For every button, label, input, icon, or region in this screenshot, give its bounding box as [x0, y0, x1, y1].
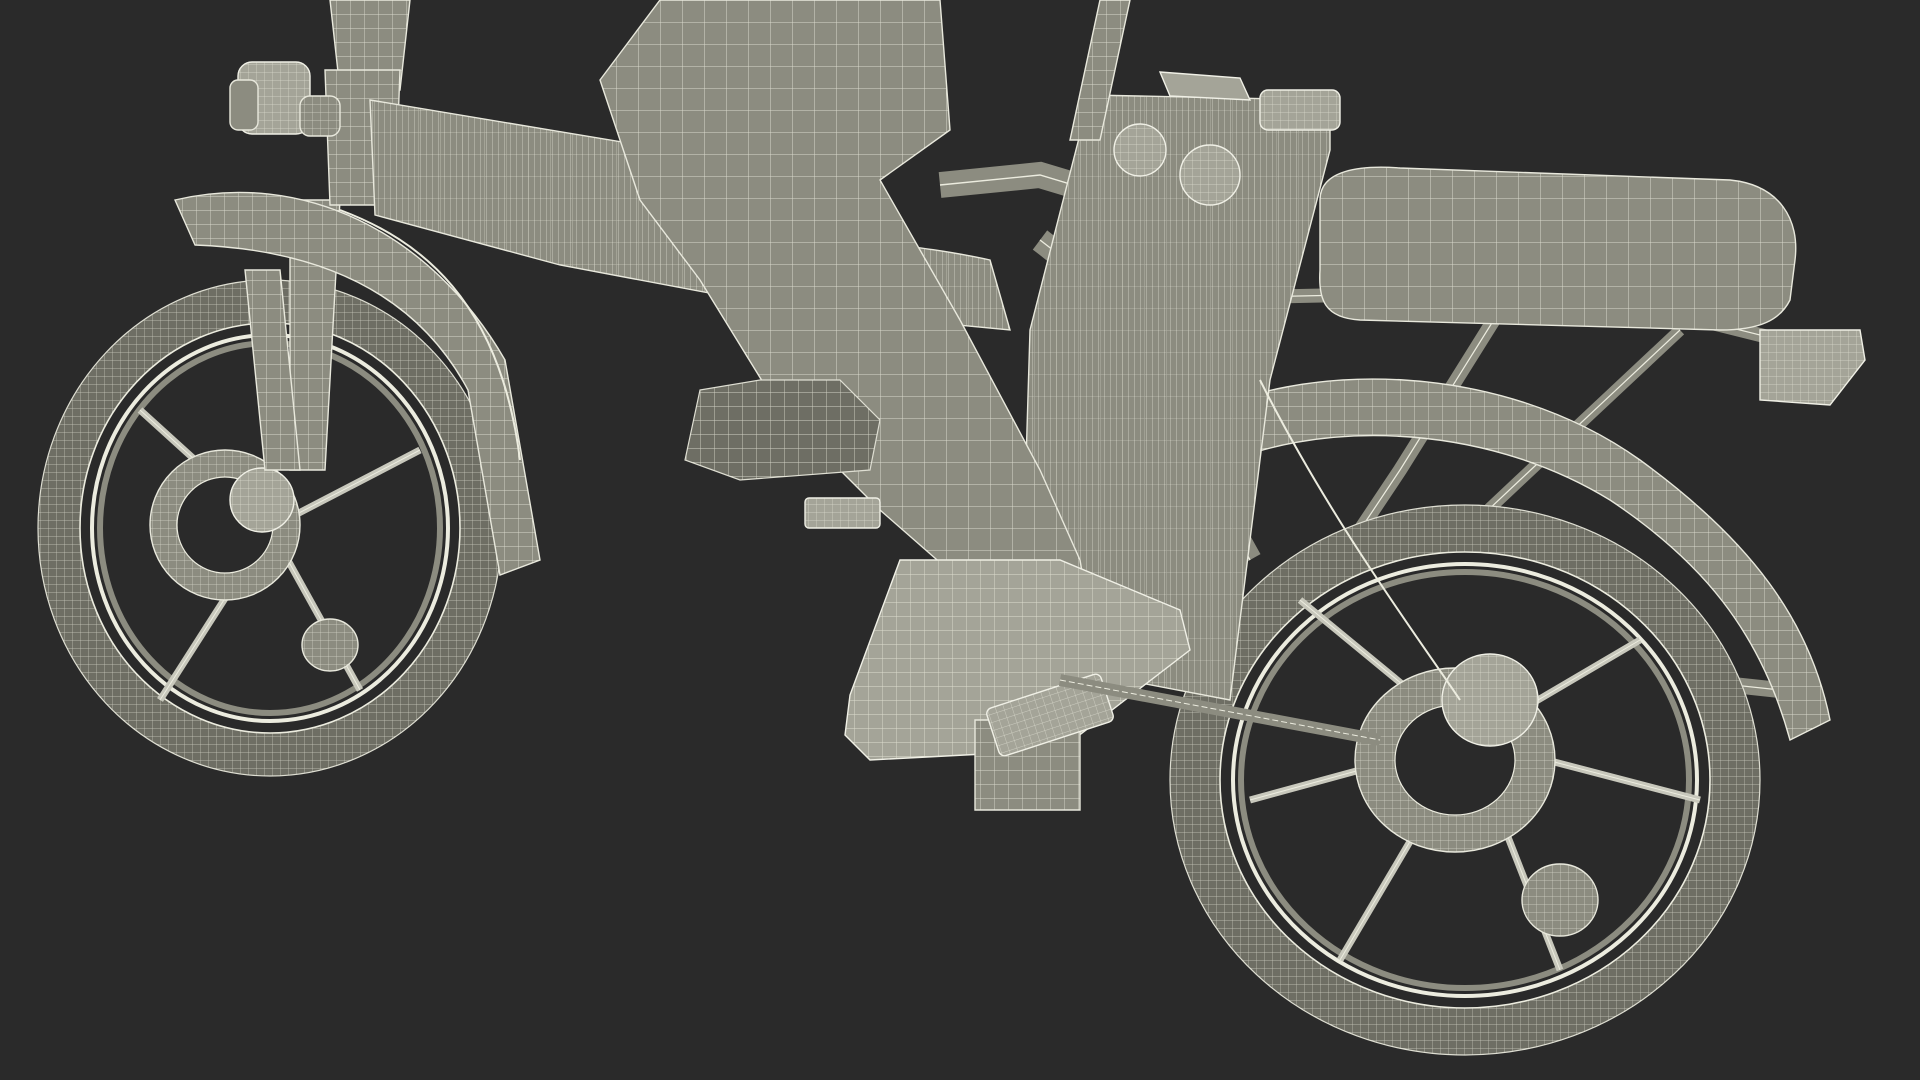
rear-reflector	[1759, 329, 1866, 406]
rear-wheel	[1169, 504, 1761, 1056]
left-pedal	[804, 497, 881, 529]
saddle	[1318, 166, 1797, 331]
front-brake-disc	[149, 449, 301, 601]
render-viewport	[37, 0, 1866, 1056]
headlight	[229, 61, 341, 137]
rider-other-shoe	[684, 379, 881, 481]
